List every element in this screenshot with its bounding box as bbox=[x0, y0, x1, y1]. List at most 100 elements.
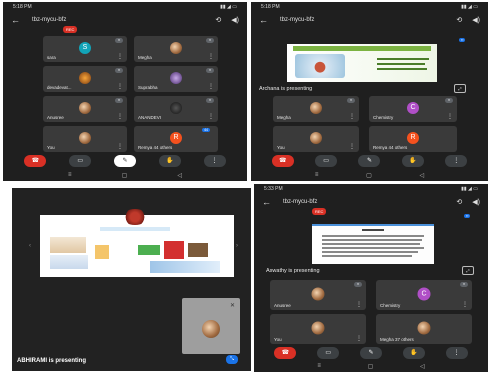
participant-tile-self[interactable]: You ⋮ bbox=[270, 314, 366, 344]
mic-toggle-button[interactable]: ✎ bbox=[359, 347, 382, 359]
participant-tile[interactable]: ✕ Anusree ⋮ bbox=[43, 96, 127, 122]
more-vert-icon[interactable]: ⋮ bbox=[117, 53, 123, 60]
raise-hand-button[interactable]: ✋ bbox=[402, 347, 425, 359]
mic-toggle-button[interactable]: ✎ bbox=[358, 155, 381, 167]
nav-menu-icon[interactable]: ≡ bbox=[317, 363, 321, 369]
nav-menu-icon[interactable]: ≡ bbox=[68, 172, 72, 178]
slide-image bbox=[150, 261, 220, 273]
avatar bbox=[79, 101, 91, 114]
status-bar: 5:18 PM ▮▮ ◢ ▭ bbox=[251, 2, 488, 12]
avatar: C bbox=[407, 101, 419, 114]
nav-back-icon[interactable]: ◁ bbox=[420, 363, 425, 370]
camera-off-button[interactable]: ▭ bbox=[317, 347, 340, 359]
speaker-icon[interactable]: ◀) bbox=[472, 16, 480, 24]
meet-screen-presenting: 5:33 PM ▮▮ ◢ ▭ ← tbz-mycu-bfz ⟲ ◀) REC ▪… bbox=[254, 184, 488, 372]
mic-off-icon: ✕ bbox=[460, 282, 468, 287]
more-vert-icon[interactable]: ⋮ bbox=[117, 83, 123, 90]
arrow-left-icon[interactable]: ← bbox=[11, 15, 20, 25]
participant-tile[interactable]: ✕ Megha ⋮ bbox=[273, 96, 359, 122]
camera-flip-icon[interactable]: ⟲ bbox=[456, 198, 462, 206]
more-options-button[interactable]: ⋮ bbox=[203, 155, 226, 167]
nav-back-icon[interactable]: ◁ bbox=[177, 172, 182, 179]
status-bar: 5:33 PM ▮▮ ◢ ▭ bbox=[254, 184, 488, 194]
participant-tile[interactable]: ✕ Megha ⋮ bbox=[134, 36, 218, 62]
participant-tile[interactable]: ✕ Suprabha ⋮ bbox=[134, 66, 218, 92]
camera-flip-icon[interactable]: ⟲ bbox=[456, 16, 462, 24]
arrow-left-icon[interactable]: ← bbox=[259, 15, 268, 25]
avatar bbox=[417, 321, 431, 334]
nav-home-icon[interactable]: ▢ bbox=[366, 172, 372, 179]
participant-tile[interactable]: ✕ C Chemistry ⋮ bbox=[376, 280, 472, 310]
more-vert-icon[interactable]: ⋮ bbox=[208, 113, 214, 120]
participant-tile-others[interactable]: Megha 37 others bbox=[376, 314, 472, 344]
slide-title-bar bbox=[100, 227, 170, 231]
more-vert-icon[interactable]: ⋮ bbox=[447, 113, 453, 120]
slide-title-bar bbox=[362, 229, 384, 231]
nav-menu-icon[interactable]: ≡ bbox=[315, 172, 319, 178]
more-vert-icon[interactable]: ⋮ bbox=[356, 335, 362, 342]
more-vert-icon[interactable]: ⋮ bbox=[208, 83, 214, 90]
slide-image bbox=[138, 245, 160, 255]
speaker-icon[interactable]: ◀) bbox=[231, 16, 239, 24]
end-call-button[interactable]: ☎ bbox=[274, 347, 297, 359]
fullscreen-icon[interactable]: ⤢ bbox=[454, 84, 466, 93]
end-call-button[interactable]: ☎ bbox=[24, 155, 47, 167]
avatar bbox=[310, 101, 322, 114]
camera-off-button[interactable]: ▭ bbox=[315, 155, 338, 167]
more-vert-icon[interactable]: ⋮ bbox=[208, 53, 214, 60]
mic-off-icon[interactable]: ✕ bbox=[230, 302, 235, 309]
exit-fullscreen-icon[interactable]: ⤡ bbox=[226, 355, 238, 364]
chevron-left-icon[interactable]: ‹ bbox=[29, 243, 31, 249]
participant-tile-others[interactable]: R Remya 44 others bbox=[369, 126, 457, 152]
more-options-button[interactable]: ⋮ bbox=[445, 347, 468, 359]
android-nav-bar: ≡ ▢ ◁ bbox=[251, 171, 488, 179]
nav-home-icon[interactable]: ▢ bbox=[368, 363, 374, 370]
more-vert-icon[interactable]: ⋮ bbox=[356, 301, 362, 308]
nav-home-icon[interactable]: ▢ bbox=[122, 172, 128, 179]
more-vert-icon[interactable]: ⋮ bbox=[117, 143, 123, 150]
participant-tile[interactable]: ✕ Anusree ⋮ bbox=[270, 280, 366, 310]
participant-tile-self[interactable]: You ⋮ bbox=[43, 126, 127, 152]
participant-name: Megha bbox=[277, 115, 291, 120]
meeting-code[interactable]: tbz-mycu-bfz bbox=[32, 17, 205, 23]
meeting-code[interactable]: tbz-mycu-bfz bbox=[280, 17, 446, 23]
speaker-icon[interactable]: ◀) bbox=[472, 198, 480, 206]
slide-text-line bbox=[322, 235, 424, 237]
participant-tile[interactable]: ✕ ANANDEVI ⋮ bbox=[134, 96, 218, 122]
participant-tile[interactable]: ✕ S sara ⋮ bbox=[43, 36, 127, 62]
self-view-pip[interactable]: ✕ bbox=[182, 298, 240, 354]
raise-hand-button[interactable]: ✋ bbox=[401, 155, 424, 167]
participant-tile[interactable]: ✕ C Chemistry ⋮ bbox=[369, 96, 457, 122]
participant-name: You bbox=[277, 145, 285, 150]
shared-screen[interactable] bbox=[312, 224, 434, 264]
slide-text-line bbox=[377, 58, 429, 60]
more-options-button[interactable]: ⋮ bbox=[445, 155, 468, 167]
participant-tile-self[interactable]: You ⋮ bbox=[273, 126, 359, 152]
mic-off-icon: ✕ bbox=[115, 68, 123, 73]
more-vert-icon[interactable]: ⋮ bbox=[349, 143, 355, 150]
participant-tile-others[interactable]: 44 R Remya 44 others bbox=[134, 126, 218, 152]
more-vert-icon[interactable]: ⋮ bbox=[117, 113, 123, 120]
avatar bbox=[311, 287, 325, 300]
camera-off-button[interactable]: ▭ bbox=[69, 155, 92, 167]
fullscreen-icon[interactable]: ⤢ bbox=[462, 266, 474, 275]
more-vert-icon[interactable]: ⋮ bbox=[349, 113, 355, 120]
mic-off-icon: ✕ bbox=[206, 68, 214, 73]
status-icons: ▮▮ ◢ ▭ bbox=[461, 4, 478, 10]
participant-tile[interactable]: ✕ devadevat... ⋮ bbox=[43, 66, 127, 92]
status-time: 5:33 PM bbox=[264, 186, 283, 192]
camera-flip-icon[interactable]: ⟲ bbox=[215, 16, 221, 24]
shared-screen[interactable] bbox=[40, 209, 234, 277]
chevron-right-icon[interactable]: › bbox=[236, 243, 238, 249]
more-vert-icon[interactable]: ⋮ bbox=[462, 301, 468, 308]
end-call-button[interactable]: ☎ bbox=[271, 155, 294, 167]
avatar bbox=[170, 41, 182, 54]
raise-hand-button[interactable]: ✋ bbox=[158, 155, 181, 167]
arrow-left-icon[interactable]: ← bbox=[262, 197, 271, 207]
shared-screen[interactable] bbox=[287, 44, 437, 82]
avatar: S bbox=[79, 41, 91, 54]
meeting-code[interactable]: tbz-mycu-bfz bbox=[283, 199, 446, 205]
nav-back-icon[interactable]: ◁ bbox=[419, 172, 424, 179]
slide-text-line bbox=[322, 247, 424, 249]
mic-toggle-button[interactable]: ✎ bbox=[113, 155, 136, 167]
